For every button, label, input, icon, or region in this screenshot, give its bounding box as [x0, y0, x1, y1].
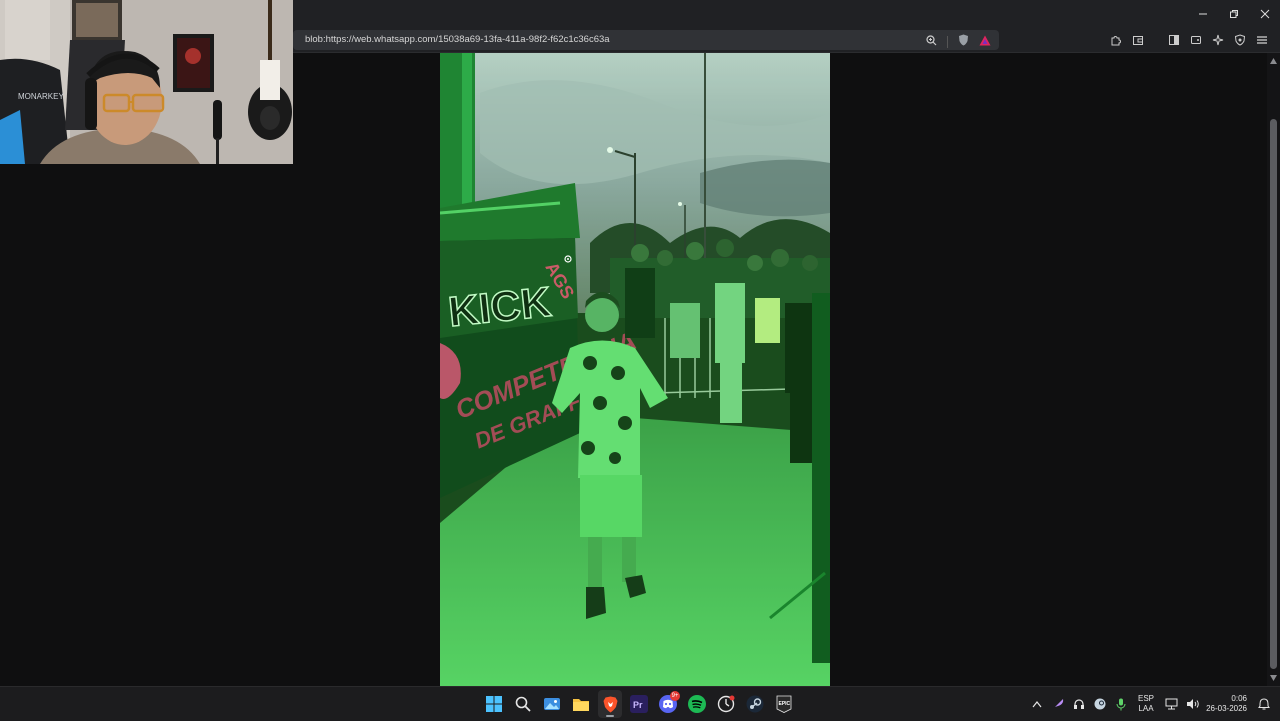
url-text[interactable]: blob:https://web.whatsapp.com/15038a69-1…: [305, 34, 610, 45]
scroll-down-icon[interactable]: [1270, 674, 1277, 682]
sidebar-icon[interactable]: [1166, 32, 1182, 48]
clock-time: 0:06: [1231, 694, 1247, 703]
notification-bell-icon: [1257, 698, 1270, 710]
volume-icon: [1186, 699, 1199, 709]
spotify-app[interactable]: [685, 690, 709, 718]
clock-date: 26-03-2026: [1206, 704, 1247, 713]
volume-control[interactable]: [1182, 694, 1203, 714]
clock-app-icon: [717, 695, 735, 713]
extensions-icon[interactable]: [1108, 32, 1124, 48]
leo-ai-icon[interactable]: [1210, 32, 1226, 48]
steam-icon: [746, 695, 764, 713]
cursor-marker: [564, 255, 572, 263]
file-explorer-icon: [573, 698, 589, 711]
menu-icon[interactable]: [1254, 32, 1270, 48]
steam-app[interactable]: [743, 690, 767, 718]
whatsapp-photo[interactable]: KICK AGS COMPETENCIA DE GRAFFITI: [440, 53, 830, 686]
scroll-up-icon[interactable]: [1270, 57, 1277, 65]
discord-app[interactable]: 9+: [656, 690, 680, 718]
taskbar-apps: Pr 9+ EPIC: [482, 687, 796, 721]
wallet-icon[interactable]: [1130, 32, 1146, 48]
page-scrollbar[interactable]: [1267, 53, 1280, 686]
network-icon: [1165, 698, 1178, 710]
input-language[interactable]: ESP LAA: [1131, 694, 1161, 714]
spotify-icon: [688, 695, 706, 713]
zoom-icon[interactable]: [926, 33, 937, 51]
restore-icon: [1229, 10, 1238, 18]
premiere-icon: Pr: [630, 695, 648, 713]
url-field[interactable]: blob:https://web.whatsapp.com/15038a69-1…: [293, 30, 999, 50]
epic-icon: EPIC: [776, 695, 792, 713]
system-tray: ESP LAA 0:06 26-03-2026: [1026, 687, 1280, 721]
wallet-crypto-icon[interactable]: [1188, 32, 1204, 48]
search-button[interactable]: [511, 690, 535, 718]
microphone-icon: [1116, 698, 1125, 710]
browser-toolbar: [1108, 32, 1270, 48]
microphone: [213, 100, 222, 140]
scroll-thumb[interactable]: [1270, 119, 1277, 669]
network-status[interactable]: [1161, 694, 1182, 714]
chair-brand: MONARKEY: [18, 92, 64, 101]
close-button[interactable]: [1249, 0, 1280, 28]
tray-microphone[interactable]: [1110, 694, 1131, 714]
chevron-up-icon: [1032, 701, 1041, 708]
start-icon: [486, 696, 502, 712]
webcam-illustration: MONARKEY: [0, 0, 293, 164]
epic-app[interactable]: EPIC: [772, 690, 796, 718]
brave-icon: [603, 696, 617, 712]
keyboard-layout: LAA: [1138, 704, 1154, 713]
notification-center[interactable]: [1253, 694, 1274, 714]
steam-tray-icon: [1094, 698, 1105, 710]
clock-app[interactable]: [714, 690, 738, 718]
webcam-overlay: MONARKEY: [0, 0, 293, 164]
taskbar-clock[interactable]: 0:06 26-03-2026: [1203, 694, 1247, 714]
premiere-app[interactable]: Pr: [627, 690, 651, 718]
tray-headset[interactable]: [1068, 694, 1089, 714]
windows-taskbar: Pr 9+ EPIC ESP LAA 0:06 26-03-2026: [0, 686, 1280, 721]
brave-app[interactable]: [598, 690, 622, 718]
brave-rewards-icon[interactable]: [979, 33, 991, 51]
url-divider: [947, 36, 948, 48]
window-controls: [1187, 0, 1280, 28]
show-hidden-icons-button[interactable]: [1026, 694, 1047, 714]
file-explorer-app[interactable]: [569, 690, 593, 718]
minimize-icon: [1198, 13, 1207, 15]
tray-steam[interactable]: [1089, 694, 1110, 714]
close-icon: [1260, 9, 1269, 19]
feather-icon: [1052, 699, 1063, 709]
search-icon: [515, 696, 531, 712]
photos-icon: [544, 698, 560, 710]
photos-app[interactable]: [540, 690, 564, 718]
discord-badge: 9+: [670, 691, 680, 701]
svg-text:EPIC: EPIC: [779, 701, 791, 707]
minimize-button[interactable]: [1187, 0, 1218, 28]
start-button[interactable]: [482, 690, 506, 718]
brave-shields-icon[interactable]: [958, 33, 969, 51]
photo-illustration: KICK AGS COMPETENCIA DE GRAFFITI: [440, 53, 830, 686]
vpn-shield-icon[interactable]: [1232, 32, 1248, 48]
svg-text:Pr: Pr: [633, 700, 643, 710]
restore-button[interactable]: [1218, 0, 1249, 28]
tray-app-feather[interactable]: [1047, 694, 1068, 714]
language-code: ESP: [1137, 694, 1154, 703]
headset-icon: [1073, 699, 1084, 709]
